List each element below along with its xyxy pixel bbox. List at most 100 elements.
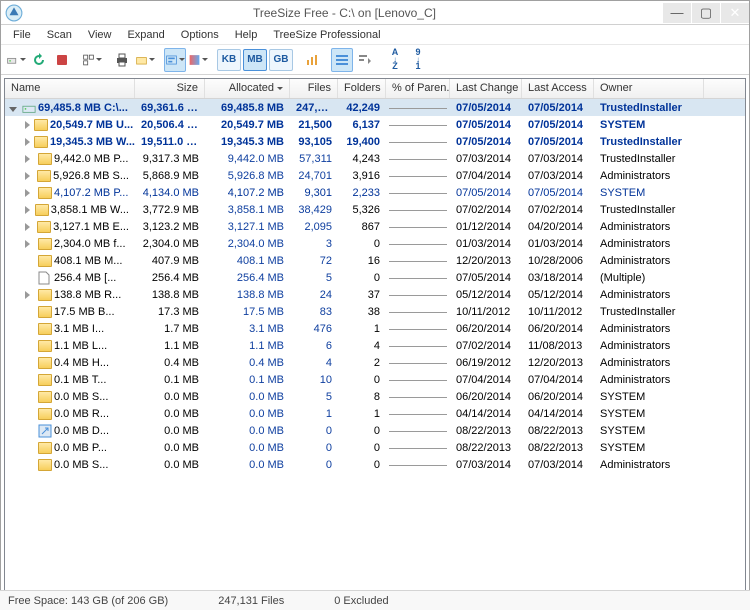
column-header[interactable]: Size xyxy=(135,79,205,98)
expand-toggle-icon[interactable] xyxy=(25,426,34,435)
table-row[interactable]: 3,858.1 MB W...3,772.9 MB3,858.1 MB38,42… xyxy=(5,201,745,218)
cell-folders: 0 xyxy=(338,237,386,251)
details-view-button[interactable] xyxy=(331,48,353,72)
expand-toggle-icon[interactable] xyxy=(25,324,34,333)
status-file-count: 247,131 Files xyxy=(218,595,284,607)
expand-toggle-icon[interactable] xyxy=(25,137,30,146)
cell-own: SYSTEM xyxy=(594,390,704,404)
menu-options[interactable]: Options xyxy=(173,27,227,43)
column-header[interactable]: Allocated xyxy=(205,79,290,98)
table-row[interactable]: 0.0 MB D...0.0 MB0.0 MB000.0 %08/22/2013… xyxy=(5,422,745,439)
cell-percent: 0.0 % xyxy=(386,396,450,398)
expand-toggle-icon[interactable] xyxy=(25,222,33,231)
menu-expand[interactable]: Expand xyxy=(119,27,172,43)
cell-percent: 0.0 % xyxy=(386,311,450,313)
table-row[interactable]: 2,304.0 MB f...2,304.0 MB2,304.0 MB303.3… xyxy=(5,235,745,252)
chart-button[interactable] xyxy=(301,48,323,72)
cell-files: 72 xyxy=(290,254,338,268)
expand-toggle-icon[interactable] xyxy=(25,307,34,316)
gradient-button[interactable] xyxy=(187,48,209,72)
expand-toggle-icon[interactable] xyxy=(25,409,34,418)
expand-toggle-icon[interactable] xyxy=(25,358,34,367)
menu-treesize-professional[interactable]: TreeSize Professional xyxy=(265,27,388,43)
expand-toggle-icon[interactable] xyxy=(25,443,34,452)
menu-help[interactable]: Help xyxy=(227,27,266,43)
column-header[interactable]: Files xyxy=(290,79,338,98)
expand-toggle-icon[interactable] xyxy=(25,341,34,350)
grid-body[interactable]: 69,485.8 MB C:\...69,361.6 MB69,485.8 MB… xyxy=(5,99,745,597)
menu-scan[interactable]: Scan xyxy=(39,27,80,43)
table-row[interactable]: 408.1 MB M...407.9 MB408.1 MB72160.6 %12… xyxy=(5,252,745,269)
minimize-button[interactable]: — xyxy=(663,3,691,23)
cell-acc: 03/18/2014 xyxy=(522,271,594,285)
expand-toggle-icon[interactable] xyxy=(25,256,34,265)
table-row[interactable]: 5,926.8 MB S...5,868.9 MB5,926.8 MB24,70… xyxy=(5,167,745,184)
menu-file[interactable]: File xyxy=(5,27,39,43)
column-header[interactable]: Last Access xyxy=(522,79,594,98)
table-row[interactable]: 4,107.2 MB P...4,134.0 MB4,107.2 MB9,301… xyxy=(5,184,745,201)
menu-view[interactable]: View xyxy=(80,27,120,43)
table-row[interactable]: 0.0 MB R...0.0 MB0.0 MB110.0 %04/14/2014… xyxy=(5,405,745,422)
file-tree-grid[interactable]: NameSizeAllocatedFilesFolders% of Paren.… xyxy=(4,78,746,598)
sort-az-button[interactable]: A↓Z xyxy=(384,48,406,72)
table-row[interactable]: 69,485.8 MB C:\...69,361.6 MB69,485.8 MB… xyxy=(5,99,745,116)
table-row[interactable]: 0.0 MB S...0.0 MB0.0 MB580.0 %06/20/2014… xyxy=(5,388,745,405)
cell-folders: 16 xyxy=(338,254,386,268)
expand-toggle-icon[interactable] xyxy=(25,392,34,401)
expand-toggle-icon[interactable] xyxy=(25,460,34,469)
cell-acc: 04/14/2014 xyxy=(522,407,594,421)
cell-percent: 100.0 % xyxy=(386,107,450,109)
cell-alloc: 1.1 MB xyxy=(205,339,290,353)
cell-chg: 06/20/2014 xyxy=(450,322,522,336)
table-row[interactable]: 0.0 MB S...0.0 MB0.0 MB000.0 %07/03/2014… xyxy=(5,456,745,473)
table-row[interactable]: 19,345.3 MB W...19,511.0 MB19,345.3 MB93… xyxy=(5,133,745,150)
column-headers[interactable]: NameSizeAllocatedFilesFolders% of Paren.… xyxy=(5,79,745,99)
table-row[interactable]: 138.8 MB R...138.8 MB138.8 MB24370.2 %05… xyxy=(5,286,745,303)
row-name: 5,926.8 MB S... xyxy=(53,170,129,182)
unit-gb-button[interactable]: GB xyxy=(269,49,293,71)
column-header[interactable]: Owner xyxy=(594,79,704,98)
expand-toggle-icon[interactable] xyxy=(25,273,34,282)
table-row[interactable]: 17.5 MB B...17.3 MB17.5 MB83380.0 %10/11… xyxy=(5,303,745,320)
table-row[interactable]: 3,127.1 MB E...3,123.2 MB3,127.1 MB2,095… xyxy=(5,218,745,235)
table-row[interactable]: 0.0 MB P...0.0 MB0.0 MB000.0 %08/22/2013… xyxy=(5,439,745,456)
expand-toggle-icon[interactable] xyxy=(25,171,33,180)
table-row[interactable]: 3.1 MB I...1.7 MB3.1 MB47610.0 %06/20/20… xyxy=(5,320,745,337)
cell-chg: 07/03/2014 xyxy=(450,152,522,166)
print-button[interactable] xyxy=(111,48,133,72)
expand-toggle-icon[interactable] xyxy=(25,375,34,384)
expand-toggle-icon[interactable] xyxy=(25,188,34,197)
table-row[interactable]: 0.4 MB H...0.4 MB0.4 MB420.0 %06/19/2012… xyxy=(5,354,745,371)
expand-toggle-icon[interactable] xyxy=(25,205,31,214)
table-row[interactable]: 256.4 MB [...256.4 MB256.4 MB500.4 %07/0… xyxy=(5,269,745,286)
expand-button[interactable] xyxy=(81,48,103,72)
expand-toggle-icon[interactable] xyxy=(9,103,18,112)
table-row[interactable]: 1.1 MB L...1.1 MB1.1 MB640.0 %07/02/2014… xyxy=(5,337,745,354)
size-mode-button[interactable] xyxy=(164,48,186,72)
table-row[interactable]: 9,442.0 MB P...9,317.3 MB9,442.0 MB57,31… xyxy=(5,150,745,167)
select-drive-button[interactable] xyxy=(5,48,27,72)
expand-toggle-icon[interactable] xyxy=(25,120,30,129)
refresh-button[interactable] xyxy=(28,48,50,72)
column-header[interactable]: Folders xyxy=(338,79,386,98)
expand-toggle-icon[interactable] xyxy=(25,239,34,248)
table-row[interactable]: 0.1 MB T...0.1 MB0.1 MB1000.0 %07/04/201… xyxy=(5,371,745,388)
folder-icon xyxy=(38,289,52,301)
sort-size-button[interactable]: 9↓1 xyxy=(407,48,429,72)
unit-mb-button[interactable]: MB xyxy=(243,49,267,71)
column-header[interactable]: % of Paren... xyxy=(386,79,450,98)
filter-button[interactable] xyxy=(354,48,376,72)
column-header[interactable]: Last Change xyxy=(450,79,522,98)
stop-button[interactable] xyxy=(51,48,73,72)
export-button[interactable] xyxy=(134,48,156,72)
cell-own: SYSTEM xyxy=(594,407,704,421)
expand-toggle-icon[interactable] xyxy=(25,154,34,163)
close-button[interactable]: ✕ xyxy=(721,3,749,23)
unit-kb-button[interactable]: KB xyxy=(217,49,241,71)
maximize-button[interactable]: ▢ xyxy=(692,3,720,23)
column-header[interactable]: Name xyxy=(5,79,135,98)
expand-toggle-icon[interactable] xyxy=(25,290,34,299)
table-row[interactable]: 20,549.7 MB U...20,506.4 MB20,549.7 MB21… xyxy=(5,116,745,133)
cell-own: SYSTEM xyxy=(594,441,704,455)
cell-size: 0.4 MB xyxy=(135,356,205,370)
